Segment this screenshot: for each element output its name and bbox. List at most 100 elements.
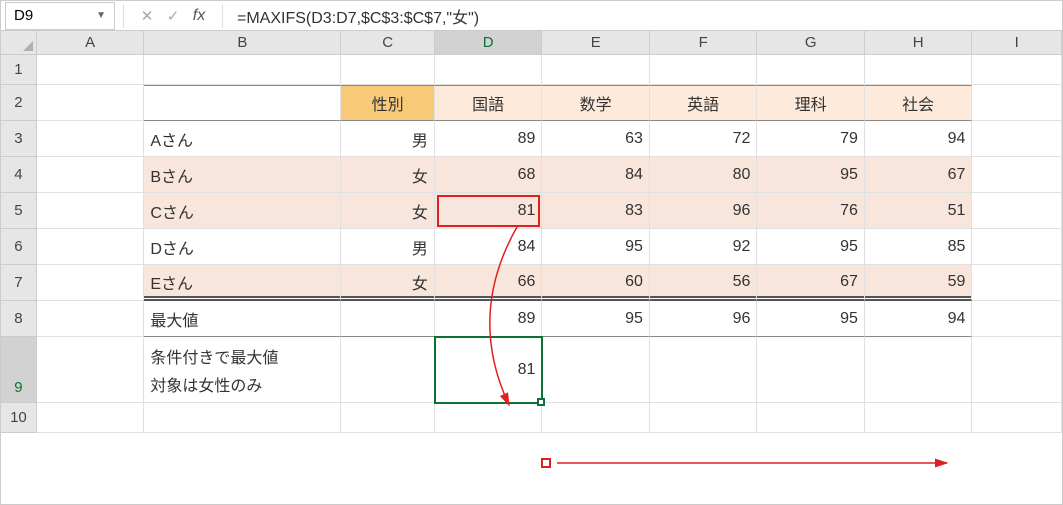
row-head-3[interactable]: 3	[1, 121, 37, 157]
cell-G9[interactable]	[757, 337, 865, 403]
cell-E10[interactable]	[542, 403, 650, 433]
cell-E9[interactable]	[542, 337, 650, 403]
cell-D3[interactable]: 89	[435, 121, 543, 157]
cell-F2[interactable]: 英語	[650, 85, 758, 121]
cell-A4[interactable]	[37, 157, 145, 193]
cell-C5[interactable]: 女	[341, 193, 435, 229]
cell-D5[interactable]: 81	[435, 193, 543, 229]
cell-A6[interactable]	[37, 229, 145, 265]
col-head-H[interactable]: H	[865, 31, 973, 55]
cell-A1[interactable]	[37, 55, 145, 85]
cell-A7[interactable]	[37, 265, 145, 301]
cell-I7[interactable]	[972, 265, 1062, 301]
cell-C1[interactable]	[341, 55, 435, 85]
col-head-F[interactable]: F	[650, 31, 758, 55]
cell-D9[interactable]: 81	[435, 337, 543, 403]
cell-A10[interactable]	[37, 403, 145, 433]
cell-I5[interactable]	[972, 193, 1062, 229]
cell-C10[interactable]	[341, 403, 435, 433]
cell-A2[interactable]	[37, 85, 145, 121]
cancel-icon[interactable]: ✕	[138, 7, 156, 25]
cell-H3[interactable]: 94	[865, 121, 973, 157]
cell-G7[interactable]: 67	[757, 265, 865, 301]
cell-H2[interactable]: 社会	[865, 85, 973, 121]
cell-B10[interactable]	[144, 403, 341, 433]
col-head-B[interactable]: B	[144, 31, 341, 55]
row-head-10[interactable]: 10	[1, 403, 37, 433]
cell-D1[interactable]	[435, 55, 543, 85]
cell-B7[interactable]: Eさん	[144, 265, 341, 301]
cell-I3[interactable]	[972, 121, 1062, 157]
cell-F10[interactable]	[650, 403, 758, 433]
cell-A8[interactable]	[37, 301, 145, 337]
col-head-D[interactable]: D	[435, 31, 543, 55]
col-head-E[interactable]: E	[542, 31, 650, 55]
cell-E1[interactable]	[542, 55, 650, 85]
cell-H7[interactable]: 59	[865, 265, 973, 301]
cell-G2[interactable]: 理科	[757, 85, 865, 121]
cell-F4[interactable]: 80	[650, 157, 758, 193]
cell-D8[interactable]: 89	[435, 301, 543, 337]
row-head-9[interactable]: 9	[1, 337, 37, 403]
cell-G5[interactable]: 76	[757, 193, 865, 229]
row-head-2[interactable]: 2	[1, 85, 37, 121]
cell-C4[interactable]: 女	[341, 157, 435, 193]
enter-icon[interactable]: ✓	[164, 7, 182, 25]
cell-H4[interactable]: 67	[865, 157, 973, 193]
fx-icon[interactable]: fx	[190, 7, 208, 25]
cell-C3[interactable]: 男	[341, 121, 435, 157]
cell-G3[interactable]: 79	[757, 121, 865, 157]
name-box[interactable]: D9 ▼	[5, 2, 115, 30]
cell-F7[interactable]: 56	[650, 265, 758, 301]
cell-B8[interactable]: 最大値	[144, 301, 341, 337]
cell-F6[interactable]: 92	[650, 229, 758, 265]
cell-C6[interactable]: 男	[341, 229, 435, 265]
cell-B2[interactable]	[144, 85, 341, 121]
cell-B5[interactable]: Cさん	[144, 193, 341, 229]
cell-E5[interactable]: 83	[542, 193, 650, 229]
col-head-C[interactable]: C	[341, 31, 435, 55]
row-head-7[interactable]: 7	[1, 265, 37, 301]
col-head-G[interactable]: G	[757, 31, 865, 55]
cell-I1[interactable]	[972, 55, 1062, 85]
col-head-I[interactable]: I	[972, 31, 1062, 55]
cell-F1[interactable]	[650, 55, 758, 85]
cell-C8[interactable]	[341, 301, 435, 337]
col-head-A[interactable]: A	[37, 31, 145, 55]
cell-I4[interactable]	[972, 157, 1062, 193]
cell-I2[interactable]	[972, 85, 1062, 121]
cell-E2[interactable]: 数学	[542, 85, 650, 121]
cell-G8[interactable]: 95	[757, 301, 865, 337]
cell-I8[interactable]	[972, 301, 1062, 337]
row-head-8[interactable]: 8	[1, 301, 37, 337]
cell-E3[interactable]: 63	[542, 121, 650, 157]
cell-G4[interactable]: 95	[757, 157, 865, 193]
cell-E8[interactable]: 95	[542, 301, 650, 337]
row-head-6[interactable]: 6	[1, 229, 37, 265]
cell-G6[interactable]: 95	[757, 229, 865, 265]
cell-C2[interactable]: 性別	[341, 85, 435, 121]
cell-C7[interactable]: 女	[341, 265, 435, 301]
cell-H6[interactable]: 85	[865, 229, 973, 265]
cell-I6[interactable]	[972, 229, 1062, 265]
cell-B4[interactable]: Bさん	[144, 157, 341, 193]
cell-A9[interactable]	[37, 337, 145, 403]
cell-F8[interactable]: 96	[650, 301, 758, 337]
cell-G10[interactable]	[757, 403, 865, 433]
cell-F3[interactable]: 72	[650, 121, 758, 157]
cell-B3[interactable]: Aさん	[144, 121, 341, 157]
cell-C9[interactable]	[341, 337, 435, 403]
cell-A3[interactable]	[37, 121, 145, 157]
cell-F5[interactable]: 96	[650, 193, 758, 229]
row-head-5[interactable]: 5	[1, 193, 37, 229]
cell-E6[interactable]: 95	[542, 229, 650, 265]
cell-A5[interactable]	[37, 193, 145, 229]
cell-E7[interactable]: 60	[542, 265, 650, 301]
cell-H9[interactable]	[865, 337, 973, 403]
cell-D4[interactable]: 68	[435, 157, 543, 193]
cell-G1[interactable]	[757, 55, 865, 85]
cell-H1[interactable]	[865, 55, 973, 85]
dropdown-icon[interactable]: ▼	[96, 10, 106, 21]
cell-H5[interactable]: 51	[865, 193, 973, 229]
cell-H8[interactable]: 94	[865, 301, 973, 337]
